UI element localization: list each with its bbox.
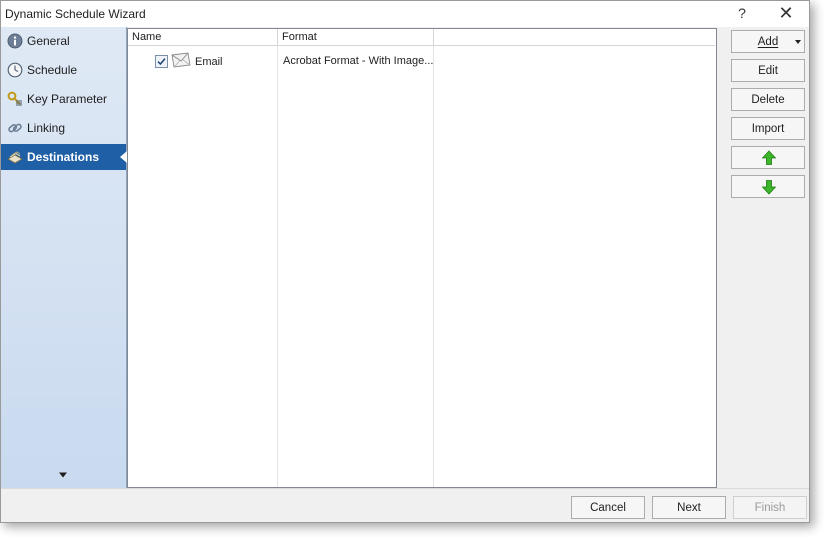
wizard-sidebar: General Schedule Key Parameter Linking D… [1, 27, 127, 488]
column-header-name[interactable]: Name [128, 29, 278, 46]
move-up-button[interactable] [731, 146, 805, 169]
edit-button[interactable]: Edit [731, 59, 805, 82]
dropdown-arrow-icon[interactable] [795, 40, 801, 44]
sidebar-item-schedule[interactable]: Schedule [1, 57, 126, 83]
import-button[interactable]: Import [731, 117, 805, 140]
link-icon [8, 123, 22, 133]
column-divider [277, 46, 278, 487]
sidebar-item-label: General [27, 34, 70, 48]
active-pointer [120, 151, 127, 163]
row-name: Email [195, 56, 223, 68]
column-header-empty [434, 29, 715, 46]
title-bar: Dynamic Schedule Wizard ? ✕ [1, 1, 809, 27]
delete-button[interactable]: Delete [731, 88, 805, 111]
destinations-list[interactable]: Name Format Email Acrobat Format - With … [127, 28, 717, 488]
clock-icon [7, 62, 23, 78]
destination-icon [7, 151, 23, 164]
sidebar-item-general[interactable]: General [1, 28, 126, 54]
move-down-button[interactable] [731, 175, 805, 198]
envelope-icon [171, 52, 191, 68]
column-divider [433, 46, 434, 487]
help-button[interactable]: ? [735, 5, 749, 21]
sidebar-item-key-parameter[interactable]: Key Parameter [1, 86, 126, 112]
table-row[interactable]: Email Acrobat Format - With Image... [128, 49, 716, 73]
sidebar-item-label: Linking [27, 121, 66, 135]
arrow-down-icon [761, 180, 777, 195]
finish-button: Finish [733, 496, 807, 519]
arrow-up-icon [761, 150, 777, 165]
cancel-button[interactable]: Cancel [571, 496, 645, 519]
chevron-down-icon[interactable] [58, 471, 68, 479]
key-icon [7, 91, 22, 106]
wizard-footer: Cancel Next Finish [1, 488, 809, 522]
sidebar-item-label: Key Parameter [27, 92, 108, 106]
check-icon [157, 58, 166, 66]
sidebar-item-label: Destinations [27, 150, 100, 164]
sidebar-item-destinations[interactable]: Destinations [1, 144, 127, 170]
wizard-window: Dynamic Schedule Wizard ? ✕ General Sche… [0, 0, 810, 523]
sidebar-item-label: Schedule [27, 63, 78, 77]
next-button[interactable]: Next [652, 496, 726, 519]
info-icon [7, 33, 23, 49]
add-button[interactable]: Add [731, 30, 805, 53]
row-checkbox[interactable] [155, 55, 168, 68]
row-format: Acrobat Format - With Image... [283, 55, 434, 67]
close-button[interactable]: ✕ [777, 3, 795, 24]
column-header-format[interactable]: Format [278, 29, 434, 46]
sidebar-item-linking[interactable]: Linking [1, 115, 126, 141]
window-title: Dynamic Schedule Wizard [5, 7, 146, 21]
